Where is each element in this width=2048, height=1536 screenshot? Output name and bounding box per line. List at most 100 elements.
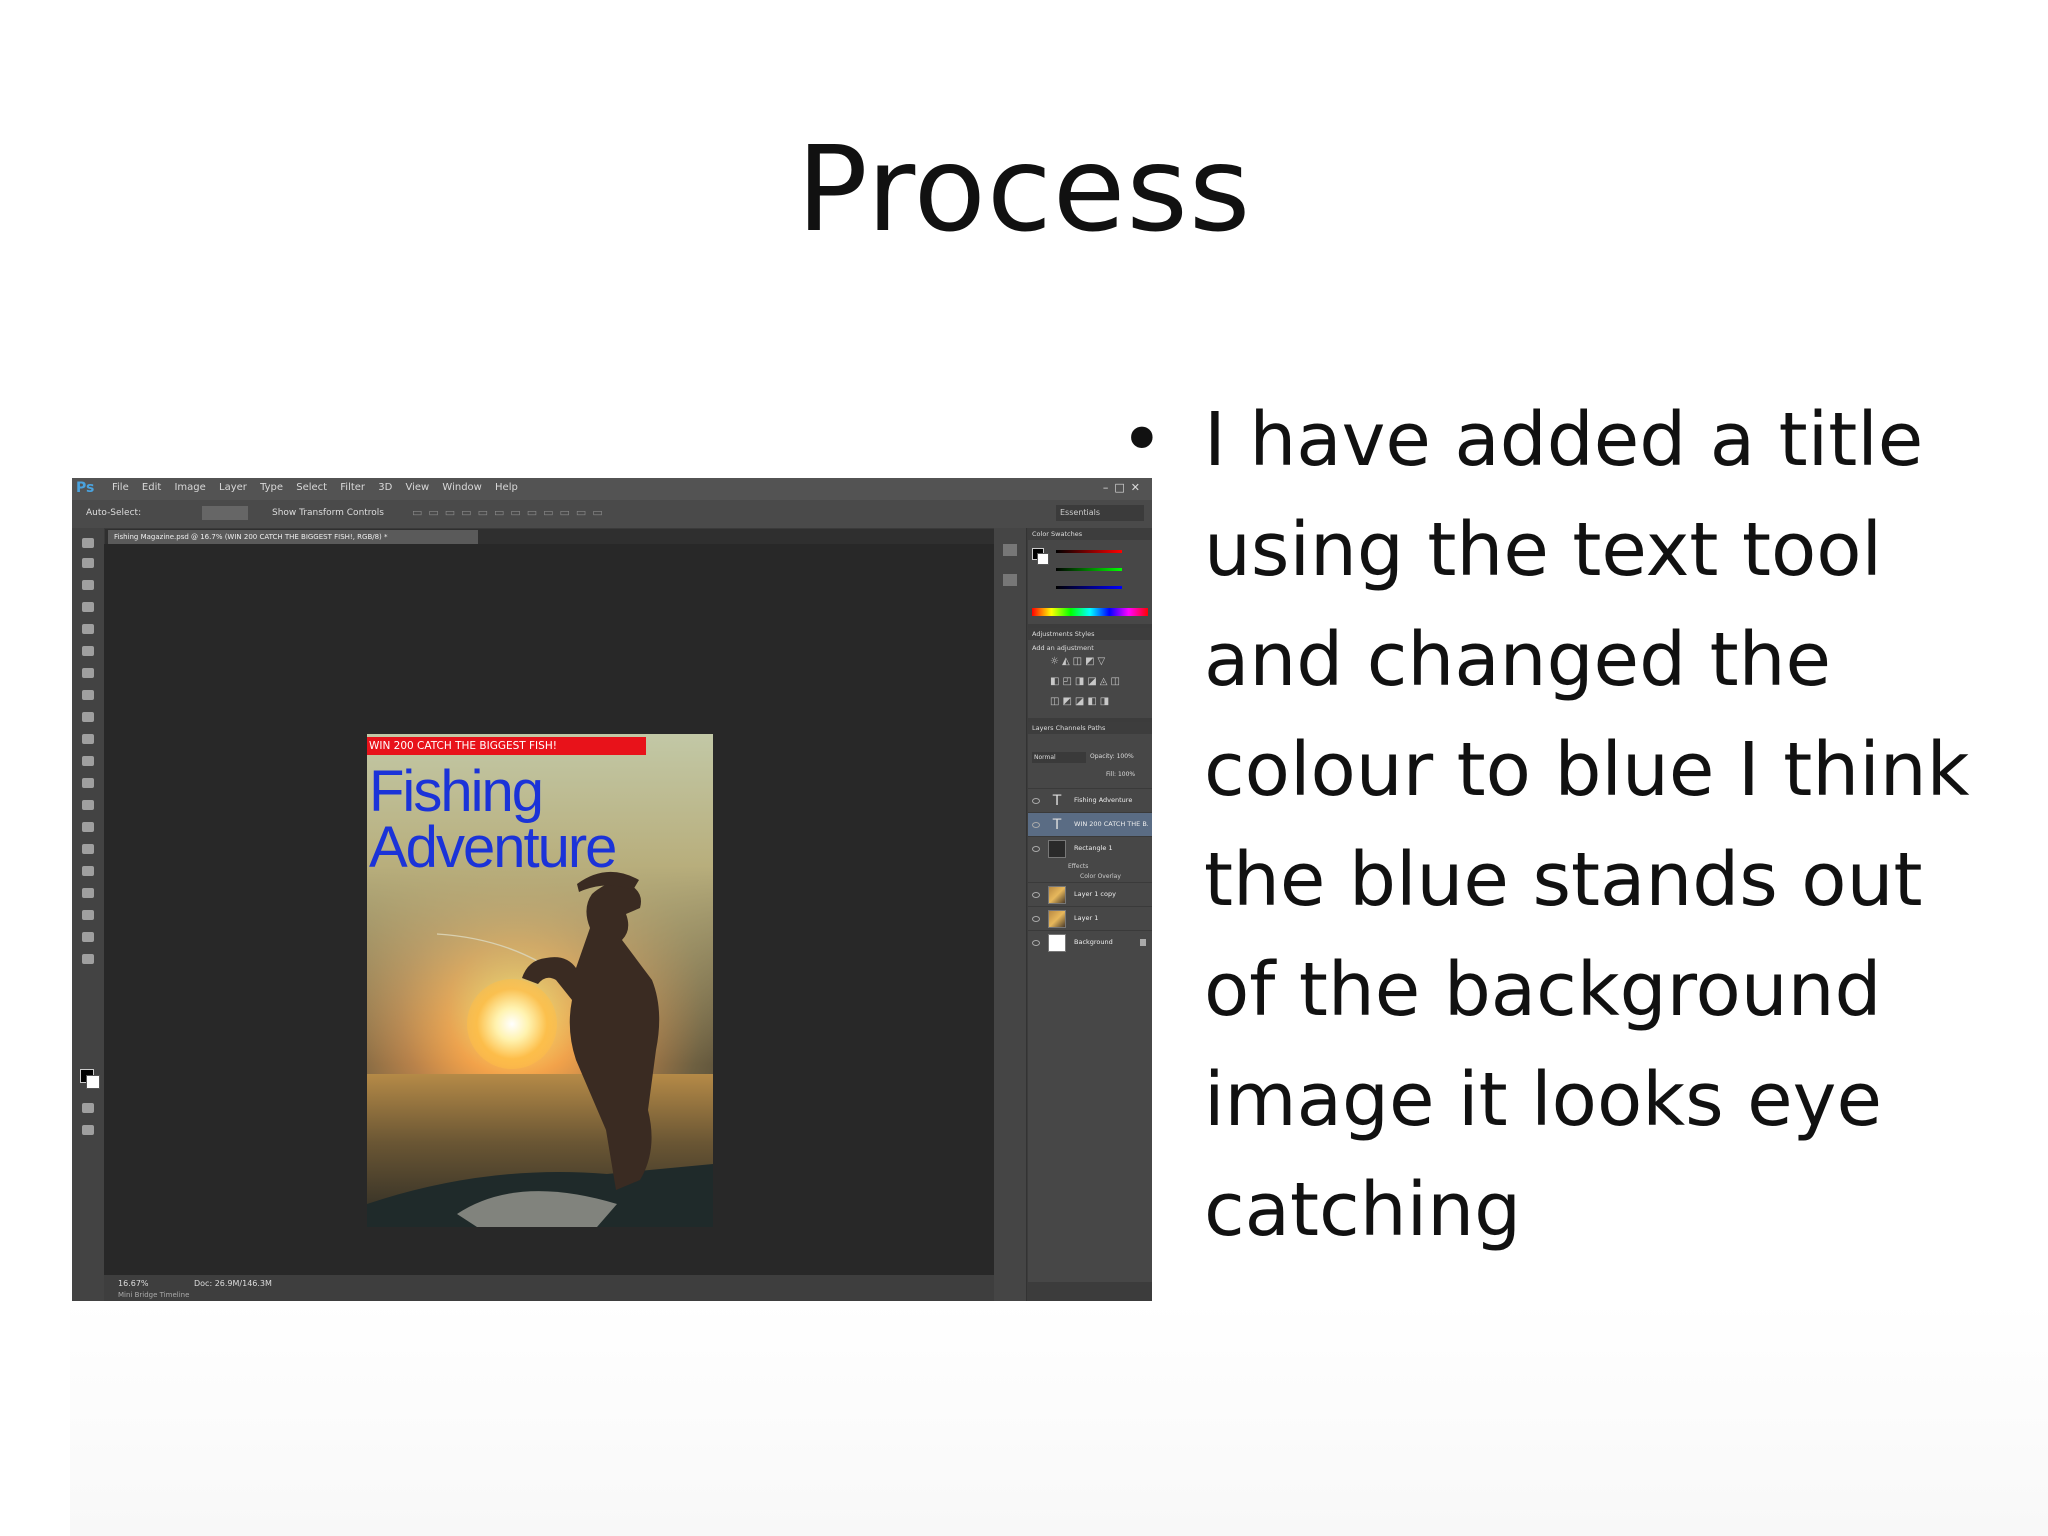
blur-tool-icon[interactable]: [82, 800, 94, 810]
eyedropper-tool-icon[interactable]: [82, 646, 94, 656]
adjustments-tabs[interactable]: Adjustments Styles: [1028, 628, 1152, 640]
background-layer-thumbnail: [1048, 934, 1066, 952]
pen-tool-icon[interactable]: [82, 844, 94, 854]
layer-row[interactable]: Background: [1028, 930, 1152, 955]
show-transform-checkbox[interactable]: Show Transform Controls: [272, 508, 384, 518]
workspace-select[interactable]: Essentials: [1056, 505, 1144, 521]
menu-help[interactable]: Help: [495, 482, 518, 493]
zoom-level[interactable]: 16.67%: [118, 1279, 149, 1288]
quick-select-tool-icon[interactable]: [82, 602, 94, 612]
move-tool-icon[interactable]: [82, 538, 94, 548]
brush-tool-icon[interactable]: [82, 690, 94, 700]
eye-icon[interactable]: [1032, 916, 1040, 922]
color-spectrum[interactable]: [1032, 608, 1148, 616]
slide-background: [70, 1300, 2048, 1536]
layers-panel: Layers Channels Paths Normal Opacity: 10…: [1028, 722, 1152, 1282]
layer-row-selected[interactable]: T WIN 200 CATCH THE B...: [1028, 812, 1152, 837]
hand-tool-icon[interactable]: [82, 932, 94, 942]
background-color-swatch[interactable]: [86, 1075, 100, 1089]
blue-slider[interactable]: [1056, 586, 1122, 589]
menu-edit[interactable]: Edit: [142, 482, 161, 493]
menu-type[interactable]: Type: [260, 482, 283, 493]
healing-tool-icon[interactable]: [82, 668, 94, 678]
layer-row[interactable]: Layer 1 copy: [1028, 882, 1152, 907]
opacity-field[interactable]: Opacity: 100%: [1090, 753, 1134, 760]
menu-bar: Ps File Edit Image Layer Type Select Fil…: [72, 478, 1152, 500]
type-tool-icon[interactable]: [82, 866, 94, 876]
layer-name: Fishing Adventure: [1074, 796, 1133, 804]
align-icons[interactable]: ▭▭▭▭▭▭▭▭▭▭▭▭: [412, 506, 609, 519]
blend-mode-select[interactable]: Normal: [1032, 752, 1086, 763]
adjustment-icons-row1[interactable]: ☼◭◫◩▽: [1050, 656, 1108, 667]
dodge-tool-icon[interactable]: [82, 822, 94, 832]
photoshop-logo: Ps: [76, 480, 95, 496]
shape-layer-icon: [1048, 840, 1066, 858]
photo-layer-thumbnail: [1048, 910, 1066, 928]
crop-tool-icon[interactable]: [82, 624, 94, 634]
panel-icon-strip: [994, 528, 1027, 1301]
menu-view[interactable]: View: [405, 482, 429, 493]
red-slider[interactable]: [1056, 550, 1122, 553]
lasso-tool-icon[interactable]: [82, 580, 94, 590]
menu-file[interactable]: File: [112, 482, 129, 493]
zoom-tool-icon[interactable]: [82, 954, 94, 964]
eye-icon[interactable]: [1032, 846, 1040, 852]
quick-mask-icon[interactable]: [82, 1103, 94, 1113]
eye-icon[interactable]: [1032, 892, 1040, 898]
shape-tool-icon[interactable]: [82, 910, 94, 920]
marquee-tool-icon[interactable]: [82, 558, 94, 568]
menu-3d[interactable]: 3D: [378, 482, 392, 493]
adjustments-panel: Adjustments Styles Add an adjustment ☼◭◫…: [1028, 628, 1152, 718]
layers-tabs[interactable]: Layers Channels Paths: [1028, 722, 1152, 734]
layer-row[interactable]: T Fishing Adventure: [1028, 788, 1152, 813]
path-select-tool-icon[interactable]: [82, 888, 94, 898]
menu-select[interactable]: Select: [296, 482, 327, 493]
lock-icon: [1140, 939, 1146, 946]
photoshop-screenshot: Ps File Edit Image Layer Type Select Fil…: [72, 478, 1152, 1301]
history-panel-icon[interactable]: [1003, 544, 1017, 556]
tools-panel: [72, 528, 105, 1301]
slide-title: Process: [796, 120, 1252, 258]
right-panels: Color Swatches Adjustments Styles Add an…: [994, 528, 1152, 1301]
stamp-tool-icon[interactable]: [82, 712, 94, 722]
document-tab[interactable]: Fishing Magazine.psd @ 16.7% (WIN 200 CA…: [108, 530, 478, 544]
adjustment-icons-row2[interactable]: ◧◰◨◪◬◫: [1050, 676, 1123, 687]
screen-mode-icon[interactable]: [82, 1125, 94, 1135]
eye-icon[interactable]: [1032, 798, 1040, 804]
eye-icon[interactable]: [1032, 822, 1040, 828]
bullet-text: I have added a title using the text tool…: [1204, 397, 1970, 1253]
bottom-panel-tabs[interactable]: Mini Bridge Timeline: [118, 1291, 189, 1299]
cover-title[interactable]: Fishing Adventure: [369, 763, 689, 877]
menu-window[interactable]: Window: [442, 482, 481, 493]
cover-banner[interactable]: WIN 200 CATCH THE BIGGEST FISH!: [367, 737, 646, 755]
eraser-tool-icon[interactable]: [82, 756, 94, 766]
layer-name: WIN 200 CATCH THE B...: [1074, 820, 1148, 828]
menu-layer[interactable]: Layer: [219, 482, 247, 493]
layer-name: Rectangle 1: [1074, 844, 1113, 852]
color-panel: Color Swatches: [1028, 528, 1152, 624]
color-bg-swatch[interactable]: [1037, 553, 1049, 565]
layer-row[interactable]: Layer 1: [1028, 906, 1152, 931]
menu-items[interactable]: File Edit Image Layer Type Select Filter…: [112, 482, 518, 493]
layer-row[interactable]: Rectangle 1 Effects Color Overlay: [1028, 836, 1152, 883]
menu-image[interactable]: Image: [174, 482, 205, 493]
layer-name: Background: [1074, 938, 1113, 946]
adjustment-icons-row3[interactable]: ◫◩◪◧◨: [1050, 696, 1112, 707]
auto-select-label[interactable]: Auto-Select:: [86, 508, 141, 518]
document-size: Doc: 26.9M/146.3M: [194, 1279, 272, 1288]
group-dropdown[interactable]: [202, 506, 248, 520]
color-panel-tabs[interactable]: Color Swatches: [1028, 528, 1152, 540]
properties-panel-icon[interactable]: [1003, 574, 1017, 586]
canvas-area[interactable]: WIN 200 CATCH THE BIGGEST FISH! Fishing …: [104, 544, 994, 1275]
layer-name: Layer 1 copy: [1074, 890, 1116, 898]
fill-field[interactable]: Fill: 100%: [1106, 771, 1135, 778]
gradient-tool-icon[interactable]: [82, 778, 94, 788]
green-slider[interactable]: [1056, 568, 1122, 571]
eye-icon[interactable]: [1032, 940, 1040, 946]
history-brush-tool-icon[interactable]: [82, 734, 94, 744]
window-controls[interactable]: –□✕: [1103, 481, 1146, 494]
effects-label: Effects: [1068, 863, 1089, 870]
text-layer-icon: T: [1052, 793, 1062, 809]
menu-filter[interactable]: Filter: [340, 482, 365, 493]
magazine-cover[interactable]: WIN 200 CATCH THE BIGGEST FISH! Fishing …: [367, 734, 713, 1227]
